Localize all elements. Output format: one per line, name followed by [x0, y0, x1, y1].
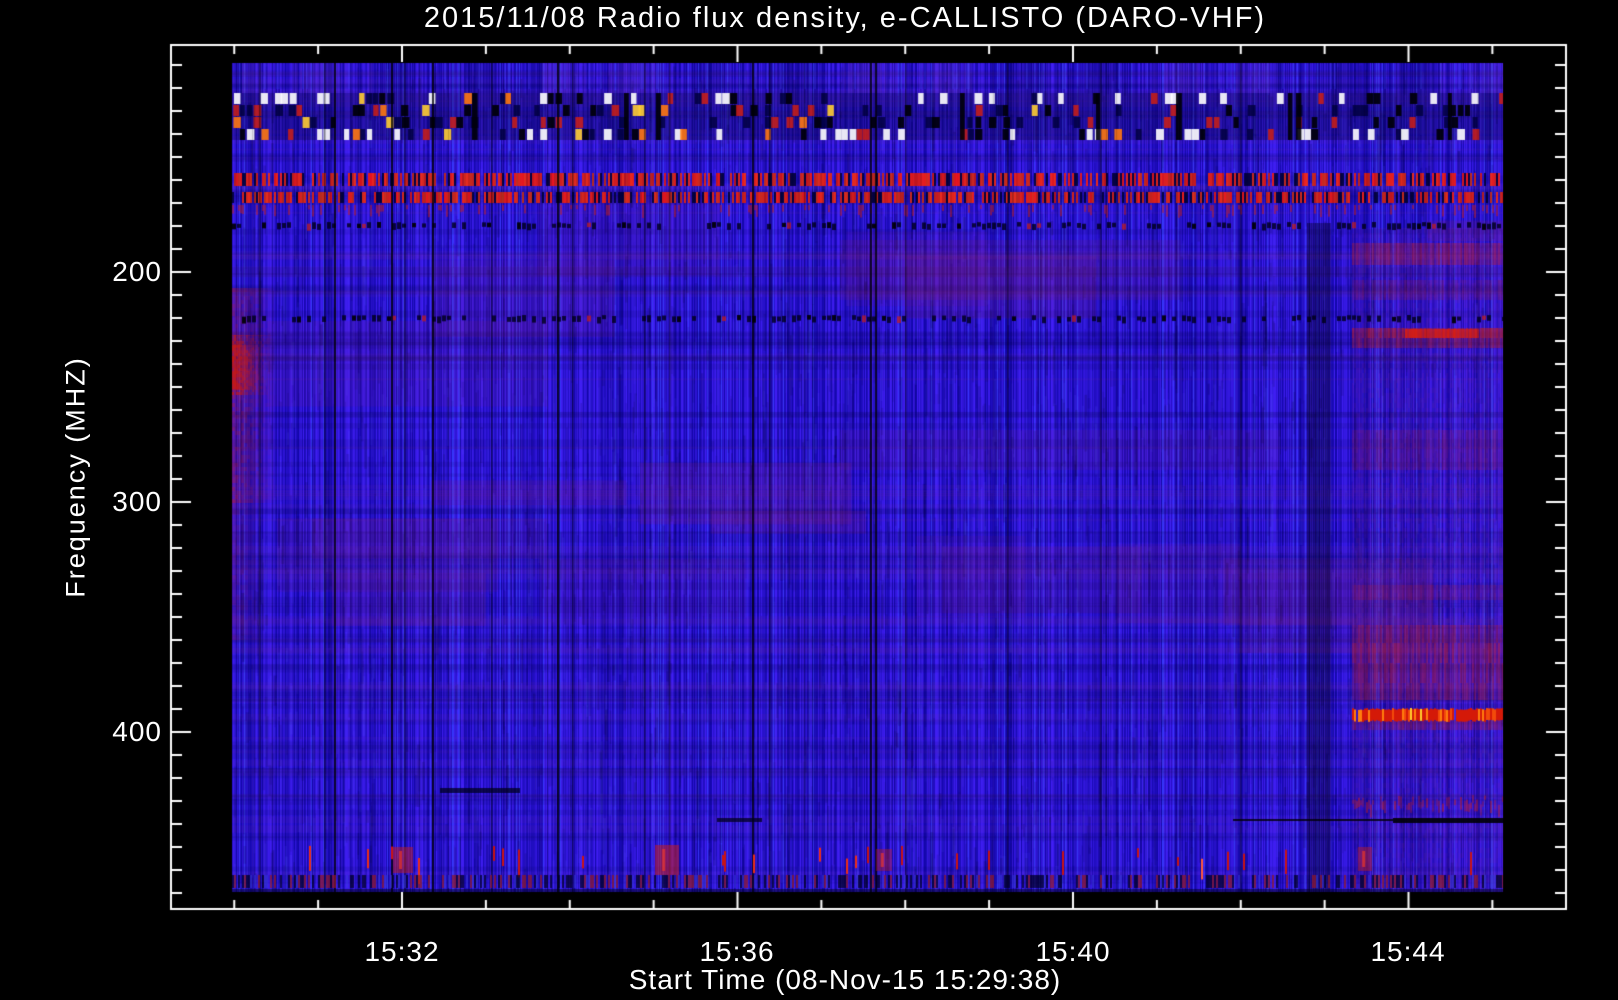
spectrogram-plot-canvas — [0, 0, 1618, 1000]
y-tick-label-300: 300 — [112, 486, 162, 517]
chart-title: 2015/11/08 Radio flux density, e-CALLIST… — [423, 2, 1267, 34]
y-tick-label-400: 400 — [112, 716, 162, 747]
x-tick-label-1540: 15:40 — [1035, 936, 1111, 967]
y-tick-label-200: 200 — [112, 256, 162, 287]
spectrogram-page: { "title": "2015/11/08 Radio flux densit… — [0, 0, 1618, 1000]
x-tick-label-1532: 15:32 — [364, 936, 440, 967]
x-tick-label-1536: 15:36 — [699, 936, 775, 967]
x-tick-label-1544: 15:44 — [1370, 936, 1446, 967]
x-axis-label: Start Time (08-Nov-15 15:29:38) — [628, 964, 1062, 995]
y-axis-label: Frequency (MHZ) — [60, 356, 91, 598]
